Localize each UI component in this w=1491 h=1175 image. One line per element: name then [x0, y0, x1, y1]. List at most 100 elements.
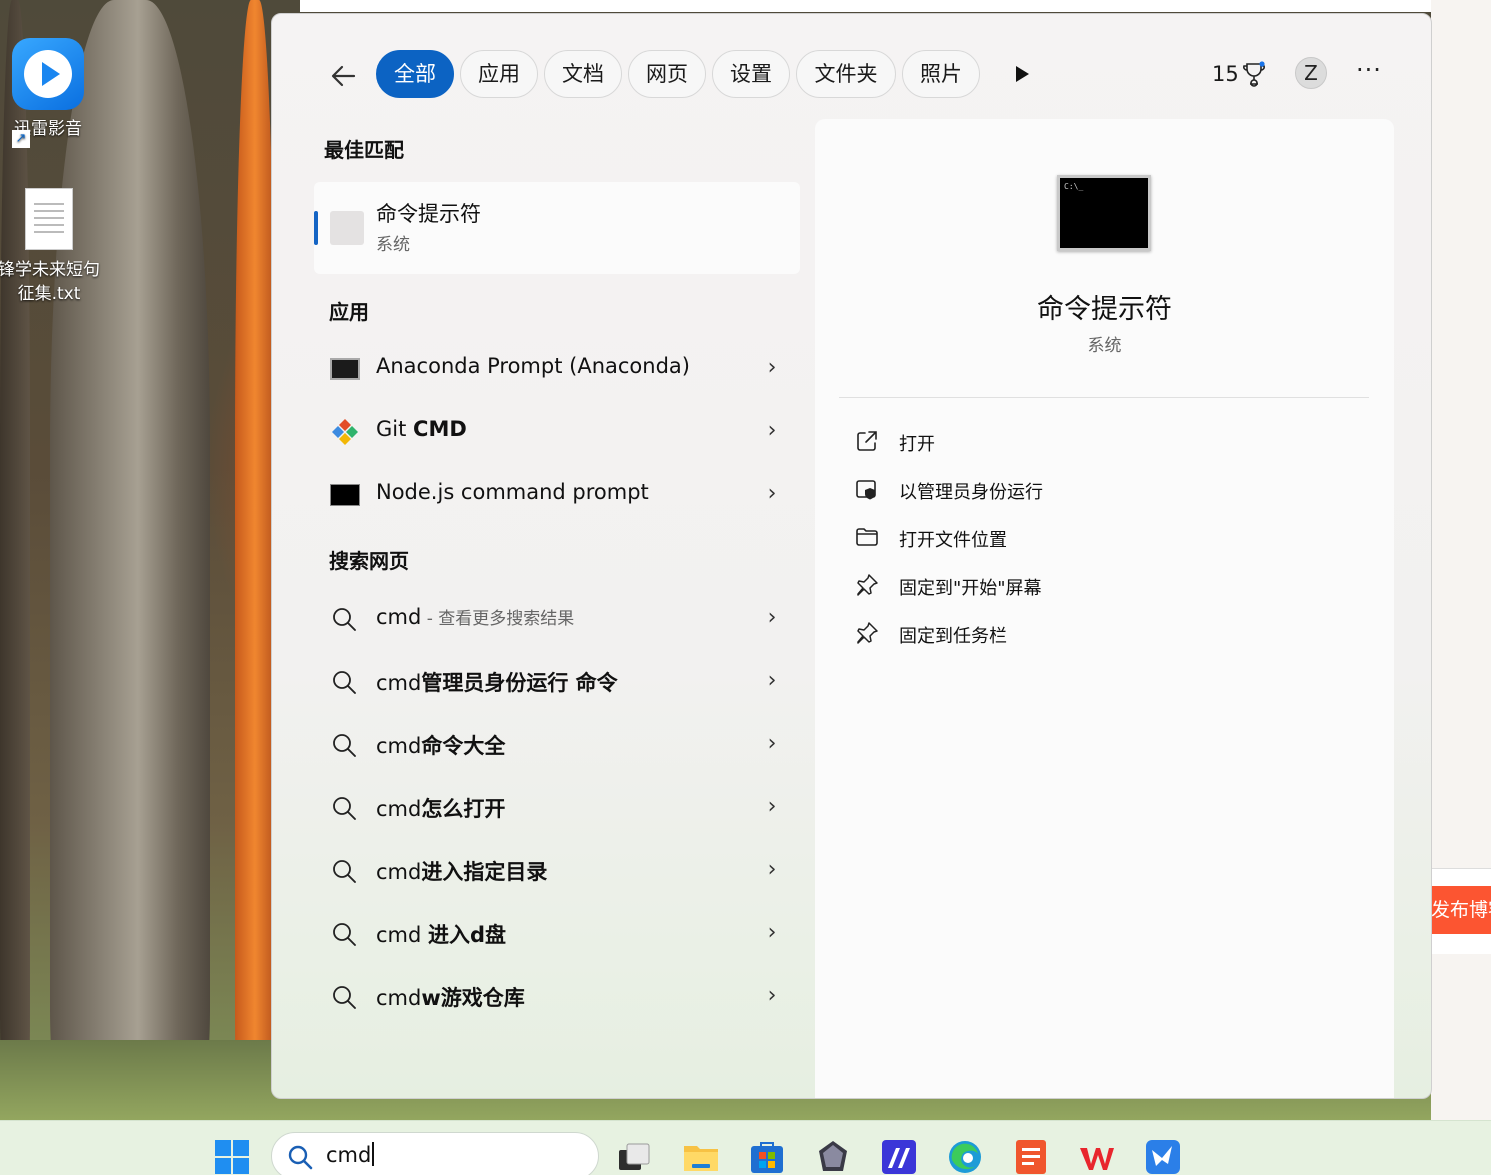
ide-icon[interactable]	[880, 1138, 918, 1175]
app-result-label: Anaconda Prompt (Anaconda)	[376, 354, 690, 378]
obsidian-icon[interactable]	[814, 1138, 852, 1175]
chevron-right-icon[interactable]: ›	[760, 354, 784, 382]
git-icon	[330, 417, 360, 447]
more-options-icon[interactable]: ···	[1354, 58, 1384, 88]
pin-icon	[855, 621, 879, 645]
action-label: 打开	[899, 434, 935, 455]
tab-all[interactable]: 全部	[376, 50, 454, 98]
web-search-result[interactable]: cmdw游戏仓库 ›	[320, 972, 784, 1022]
best-match-name: 命令提示符	[376, 202, 481, 226]
chevron-right-icon[interactable]: ›	[760, 480, 784, 508]
tab-apps[interactable]: 应用	[460, 50, 538, 98]
action-run-as-admin[interactable]: 以管理员身份运行	[855, 472, 1255, 508]
chevron-right-icon[interactable]: ›	[760, 604, 784, 632]
app-result-nodejs[interactable]: Node.js command prompt ›	[320, 470, 784, 520]
edge-icon[interactable]	[946, 1138, 984, 1175]
tab-web[interactable]: 网页	[628, 50, 706, 98]
desktop-icon-label: 征集.txt	[17, 284, 81, 304]
account-avatar[interactable]: Z	[1295, 57, 1327, 89]
web-search-result[interactable]: cmd 进入d盘 ›	[320, 909, 784, 959]
action-label: 固定到任务栏	[899, 626, 1007, 647]
app-result-anaconda[interactable]: Anaconda Prompt (Anaconda) ›	[320, 344, 784, 394]
search-icon	[286, 1143, 314, 1171]
search-input[interactable]: cmd	[326, 1142, 375, 1167]
folder-icon	[855, 525, 879, 549]
command-prompt-icon: C:\_	[1057, 175, 1151, 251]
web-result-label: cmd进入指定目录	[376, 860, 548, 884]
tab-settings[interactable]: 设置	[712, 50, 790, 98]
text-caret	[372, 1142, 375, 1166]
web-result-label: cmd管理员身份运行 命令	[376, 671, 618, 695]
best-match-type: 系统	[376, 235, 410, 255]
action-open-file-location[interactable]: 打开文件位置	[855, 520, 1255, 556]
app-result-git-cmd[interactable]: Git CMD ›	[320, 407, 784, 457]
chevron-right-icon[interactable]: ›	[760, 856, 784, 884]
web-search-result[interactable]: cmd进入指定目录 ›	[320, 846, 784, 896]
action-pin-to-taskbar[interactable]: 固定到任务栏	[855, 616, 1255, 652]
tab-photos[interactable]: 照片	[902, 50, 980, 98]
search-icon	[330, 667, 360, 697]
web-result-label: cmd 进入d盘	[376, 923, 507, 947]
divider	[839, 397, 1369, 398]
chevron-right-icon[interactable]: ›	[760, 667, 784, 695]
wps-presentation-icon[interactable]	[1012, 1138, 1050, 1175]
chevron-right-icon[interactable]: ›	[760, 982, 784, 1010]
app-result-label: Git CMD	[376, 417, 467, 441]
taskbar-search-box[interactable]: cmd	[271, 1132, 599, 1175]
rewards-trophy-icon[interactable]	[1242, 61, 1266, 87]
shortcut-arrow-icon: ↗	[12, 130, 30, 148]
feishu-icon[interactable]	[1144, 1138, 1182, 1175]
taskbar: cmd	[0, 1120, 1491, 1175]
chevron-right-icon[interactable]: ›	[760, 417, 784, 445]
web-search-result[interactable]: cmd怎么打开 ›	[320, 783, 784, 833]
tab-folders[interactable]: 文件夹	[796, 50, 896, 98]
web-search-heading: 搜索网页	[329, 549, 409, 573]
terminal-icon	[330, 358, 360, 380]
pin-icon	[855, 573, 879, 597]
windows-start-icon[interactable]	[215, 1140, 249, 1174]
chevron-right-icon[interactable]: ›	[760, 919, 784, 947]
web-search-result[interactable]: cmd管理员身份运行 命令 ›	[320, 657, 784, 707]
wallpaper-tree-trunk	[0, 0, 30, 1120]
web-search-result[interactable]: cmd - 查看更多搜索结果 ›	[320, 594, 784, 644]
rewards-points[interactable]: 15	[1212, 60, 1239, 88]
chevron-right-icon[interactable]: ›	[760, 793, 784, 821]
search-icon	[330, 856, 360, 886]
search-icon	[330, 919, 360, 949]
text-file-icon	[25, 188, 73, 250]
chevron-right-icon[interactable]: ›	[760, 730, 784, 758]
file-explorer-icon[interactable]	[682, 1138, 720, 1175]
publish-blog-button[interactable]: 发布博客	[1431, 886, 1491, 934]
app-thumbnail-icon	[330, 211, 364, 245]
search-icon	[330, 604, 360, 634]
desktop-icon-text-file[interactable]: 锋学未来短句 征集.txt	[0, 188, 108, 306]
action-label: 以管理员身份运行	[899, 482, 1043, 503]
app-result-label: Node.js command prompt	[376, 480, 649, 504]
background-window-edge	[300, 0, 1431, 12]
web-result-label: cmd怎么打开	[376, 797, 506, 821]
selection-indicator	[314, 211, 318, 245]
action-open[interactable]: 打开	[855, 424, 1255, 460]
detail-app-name: 命令提示符	[1037, 294, 1172, 325]
wps-office-icon[interactable]	[1078, 1138, 1116, 1175]
microsoft-store-icon[interactable]	[748, 1138, 786, 1175]
more-filters-arrow-icon[interactable]	[1012, 64, 1032, 84]
search-flyout: 全部 应用 文档 网页 设置 文件夹 照片 15 Z ··· 最佳匹配 命令提示…	[271, 13, 1432, 1099]
best-match-heading: 最佳匹配	[324, 138, 404, 162]
web-result-label: cmd - 查看更多搜索结果	[376, 605, 575, 629]
web-search-result[interactable]: cmd命令大全 ›	[320, 720, 784, 770]
wallpaper-tree-trunk	[50, 0, 210, 1120]
back-arrow-icon[interactable]	[328, 60, 360, 92]
desktop-icon-label: 锋学未来短句	[0, 260, 100, 280]
desktop-icon-xunlei[interactable]: ↗ 迅雷影音	[0, 38, 96, 148]
apps-heading: 应用	[329, 300, 369, 324]
best-match-item[interactable]: 命令提示符 系统	[314, 182, 800, 274]
task-view-icon[interactable]	[615, 1138, 653, 1175]
action-pin-to-start[interactable]: 固定到"开始"屏幕	[855, 568, 1255, 604]
search-icon	[330, 730, 360, 760]
detail-pane: C:\_ 命令提示符 系统 打开 以管理员身份运行 打开文件位置 固定到"开始"…	[815, 119, 1394, 1098]
terminal-icon	[330, 484, 360, 506]
admin-shield-icon	[855, 477, 879, 501]
detail-app-type: 系统	[1087, 336, 1122, 356]
tab-documents[interactable]: 文档	[544, 50, 622, 98]
